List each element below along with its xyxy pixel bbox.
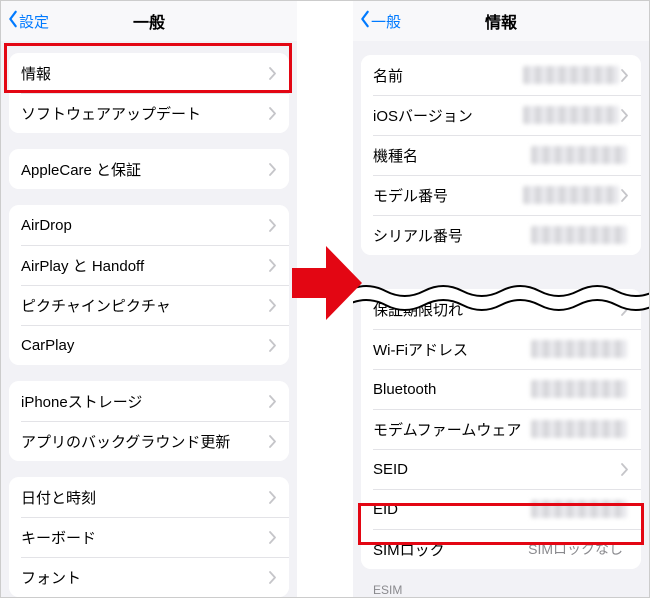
about-group: 名前 iOSバージョン機種名モデル番号シリアル番号 — [361, 55, 641, 255]
settings-group: 情報ソフトウェアアップデート — [9, 53, 289, 133]
list-row[interactable]: 保証期限切れ — [361, 289, 641, 329]
row-label: SIMロック — [373, 539, 528, 560]
chevron-right-icon — [269, 67, 277, 80]
back-button[interactable]: 設定 — [1, 10, 49, 32]
row-label: モデムファームウェア — [373, 419, 531, 440]
settings-group: AppleCare と保証 — [9, 149, 289, 189]
row-label: 機種名 — [373, 145, 531, 166]
list-row[interactable]: SIMロックSIMロックなし — [361, 529, 641, 569]
list-row[interactable]: モデル番号 — [361, 175, 641, 215]
row-label: アプリのバックグラウンド更新 — [21, 431, 269, 452]
chevron-right-icon — [269, 491, 277, 504]
chevron-right-icon — [269, 531, 277, 544]
list-row[interactable]: iOSバージョン — [361, 95, 641, 135]
list-row[interactable]: iPhoneストレージ — [9, 381, 289, 421]
chevron-right-icon — [621, 109, 629, 122]
about-group: 保証期限切れ Wi-Fiアドレス Bluetooth モデムファームウェア SEID EI… — [361, 289, 641, 569]
section-header-esim: ESIM — [353, 569, 649, 597]
row-label: 名前 — [373, 65, 523, 86]
chevron-right-icon — [269, 299, 277, 312]
list-row[interactable]: キーボード — [9, 517, 289, 557]
redacted-value — [531, 500, 627, 518]
redacted-value — [523, 106, 619, 124]
row-label: キーボード — [21, 527, 269, 548]
list-row[interactable]: ソフトウェアアップデート — [9, 93, 289, 133]
row-label: AirDrop — [21, 217, 269, 234]
list-row[interactable]: Wi-Fiアドレス — [361, 329, 641, 369]
chevron-right-icon — [621, 189, 629, 202]
back-button[interactable]: 一般 — [353, 10, 401, 32]
chevron-left-icon — [7, 10, 19, 32]
chevron-right-icon — [621, 303, 629, 316]
list-row[interactable]: EID — [361, 489, 641, 529]
list-row[interactable]: CarPlay — [9, 325, 289, 365]
chevron-right-icon — [621, 463, 629, 476]
chevron-right-icon — [269, 163, 277, 176]
chevron-right-icon — [269, 259, 277, 272]
row-value: SIMロックなし — [528, 539, 623, 559]
chevron-right-icon — [269, 339, 277, 352]
row-label: 日付と時刻 — [21, 487, 269, 508]
settings-group: 日付と時刻キーボードフォント — [9, 477, 289, 597]
chevron-right-icon — [269, 219, 277, 232]
row-label: 保証期限切れ — [373, 299, 621, 320]
list-row[interactable]: シリアル番号 — [361, 215, 641, 255]
nav-header: 一般 情報 — [353, 1, 649, 41]
row-label: Bluetooth — [373, 381, 531, 398]
redacted-value — [531, 226, 627, 244]
row-label: シリアル番号 — [373, 225, 531, 246]
row-label: モデル番号 — [373, 185, 523, 206]
redacted-value — [531, 420, 627, 438]
row-label: フォント — [21, 567, 269, 588]
list-row[interactable]: 情報 — [9, 53, 289, 93]
redacted-value — [531, 146, 627, 164]
settings-group: AirDrop AirPlay と Handoff ピクチャインピクチャ CarPla… — [9, 205, 289, 365]
list-row[interactable]: フォント — [9, 557, 289, 597]
chevron-right-icon — [269, 571, 277, 584]
arrow-right-icon — [292, 246, 364, 320]
settings-group: iPhoneストレージアプリのバックグラウンド更新 — [9, 381, 289, 461]
list-row[interactable]: アプリのバックグラウンド更新 — [9, 421, 289, 461]
redacted-value — [531, 340, 627, 358]
row-label: SEID — [373, 461, 621, 478]
list-row[interactable]: Bluetooth — [361, 369, 641, 409]
list-row[interactable]: AppleCare と保証 — [9, 149, 289, 189]
row-label: Wi-Fiアドレス — [373, 339, 531, 360]
list-row[interactable]: モデムファームウェア — [361, 409, 641, 449]
redacted-value — [523, 66, 619, 84]
back-label: 一般 — [371, 11, 401, 32]
row-label: EID — [373, 501, 531, 518]
chevron-right-icon — [269, 435, 277, 448]
list-row[interactable]: 機種名 — [361, 135, 641, 175]
row-label: ソフトウェアアップデート — [21, 103, 269, 124]
row-label: ピクチャインピクチャ — [21, 295, 269, 316]
back-label: 設定 — [19, 11, 49, 32]
row-label: iPhoneストレージ — [21, 391, 269, 412]
list-row[interactable]: AirPlay と Handoff — [9, 245, 289, 285]
nav-header: 設定 一般 — [1, 1, 297, 41]
row-label: CarPlay — [21, 337, 269, 354]
row-label: AirPlay と Handoff — [21, 255, 269, 276]
list-row[interactable]: 日付と時刻 — [9, 477, 289, 517]
chevron-left-icon — [359, 10, 371, 32]
row-label: 情報 — [21, 63, 269, 84]
row-label: AppleCare と保証 — [21, 159, 269, 180]
list-row[interactable]: AirDrop — [9, 205, 289, 245]
list-row[interactable]: 名前 — [361, 55, 641, 95]
chevron-right-icon — [621, 69, 629, 82]
redacted-value — [531, 380, 627, 398]
chevron-right-icon — [269, 107, 277, 120]
list-row[interactable]: ピクチャインピクチャ — [9, 285, 289, 325]
row-label: iOSバージョン — [373, 105, 523, 126]
chevron-right-icon — [269, 395, 277, 408]
list-row[interactable]: SEID — [361, 449, 641, 489]
general-settings-panel: 設定 一般 情報ソフトウェアアップデート AppleCare と保証 AirDrop… — [1, 1, 297, 597]
redacted-value — [523, 186, 619, 204]
about-panel: 一般 情報 名前 iOSバージョン機種名モデル番号シリアル番号 保証期限切れ Wi-… — [353, 1, 649, 597]
